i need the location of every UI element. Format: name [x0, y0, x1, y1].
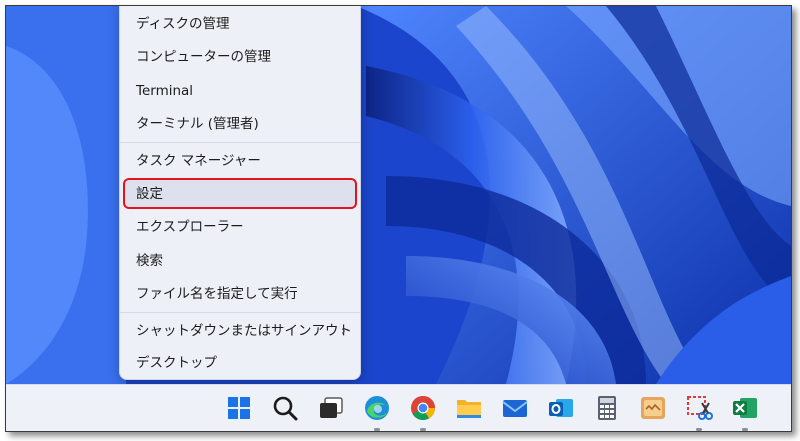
task-view-button[interactable]: [314, 391, 348, 425]
menu-item-computer-management[interactable]: コンピューターの管理: [120, 42, 360, 73]
winx-context-menu: ディスクの管理 コンピューターの管理 Terminal ターミナル (管理者) …: [119, 6, 361, 380]
file-explorer-icon: [457, 400, 481, 418]
taskbar-app-generic[interactable]: [636, 391, 670, 425]
search-button[interactable]: [268, 391, 302, 425]
menu-item-label: ディスクの管理: [136, 16, 230, 32]
taskbar-app-calculator[interactable]: [590, 391, 624, 425]
edge-icon: [365, 396, 389, 420]
taskbar: [6, 384, 791, 431]
menu-item-settings[interactable]: 設定: [120, 178, 360, 210]
start-button[interactable]: [222, 391, 256, 425]
menu-item-terminal[interactable]: Terminal: [120, 76, 360, 107]
running-indicator: [374, 428, 380, 431]
snipping-tool-icon: [687, 396, 713, 420]
menu-separator: [120, 312, 360, 313]
task-view-icon: [320, 397, 343, 418]
taskbar-app-outlook[interactable]: [544, 391, 578, 425]
app-icon: [641, 397, 665, 419]
taskbar-app-snipping-tool[interactable]: [682, 391, 716, 431]
menu-item-shutdown-signout[interactable]: シャットダウンまたはサインアウト ›: [120, 316, 360, 347]
taskbar-app-excel[interactable]: [728, 391, 762, 431]
menu-item-label: ファイル名を指定して実行: [136, 286, 298, 302]
start-windows-icon: [228, 397, 250, 419]
menu-item-run[interactable]: ファイル名を指定して実行: [120, 279, 360, 310]
screenshot-frame: ディスクの管理 コンピューターの管理 Terminal ターミナル (管理者) …: [5, 5, 792, 432]
search-icon: [273, 396, 298, 421]
menu-item-label: 検索: [136, 253, 163, 269]
menu-item-label: シャットダウンまたはサインアウト: [136, 323, 352, 339]
menu-item-label: ターミナル (管理者): [136, 116, 259, 132]
chrome-icon: [411, 395, 435, 421]
mail-icon: [502, 400, 528, 417]
calculator-icon: [598, 396, 616, 420]
menu-item-label: タスク マネージャー: [136, 153, 261, 169]
menu-item-label: コンピューターの管理: [136, 49, 271, 65]
taskbar-app-chrome[interactable]: [406, 391, 440, 431]
running-indicator: [742, 428, 748, 431]
excel-icon: [733, 398, 757, 418]
outlook-icon: [549, 399, 573, 417]
running-indicator: [696, 428, 702, 431]
menu-item-task-manager[interactable]: タスク マネージャー: [120, 146, 360, 177]
taskbar-app-mail[interactable]: [498, 391, 532, 425]
taskbar-app-edge[interactable]: [360, 391, 394, 431]
menu-item-desktop[interactable]: デスクトップ: [120, 348, 360, 379]
menu-item-search[interactable]: 検索: [120, 246, 360, 277]
chevron-right-icon: ›: [340, 324, 346, 339]
menu-item-label: Terminal: [136, 83, 194, 99]
menu-item-label: 設定: [136, 186, 163, 202]
menu-item-file-explorer[interactable]: エクスプローラー: [120, 212, 360, 243]
taskbar-app-file-explorer[interactable]: [452, 391, 486, 425]
menu-item-label: デスクトップ: [136, 355, 217, 371]
menu-item-terminal-admin[interactable]: ターミナル (管理者): [120, 109, 360, 140]
running-indicator: [420, 428, 426, 431]
menu-item-disk-management[interactable]: ディスクの管理: [120, 9, 360, 40]
menu-separator: [120, 142, 360, 143]
menu-item-label: エクスプローラー: [136, 219, 244, 235]
